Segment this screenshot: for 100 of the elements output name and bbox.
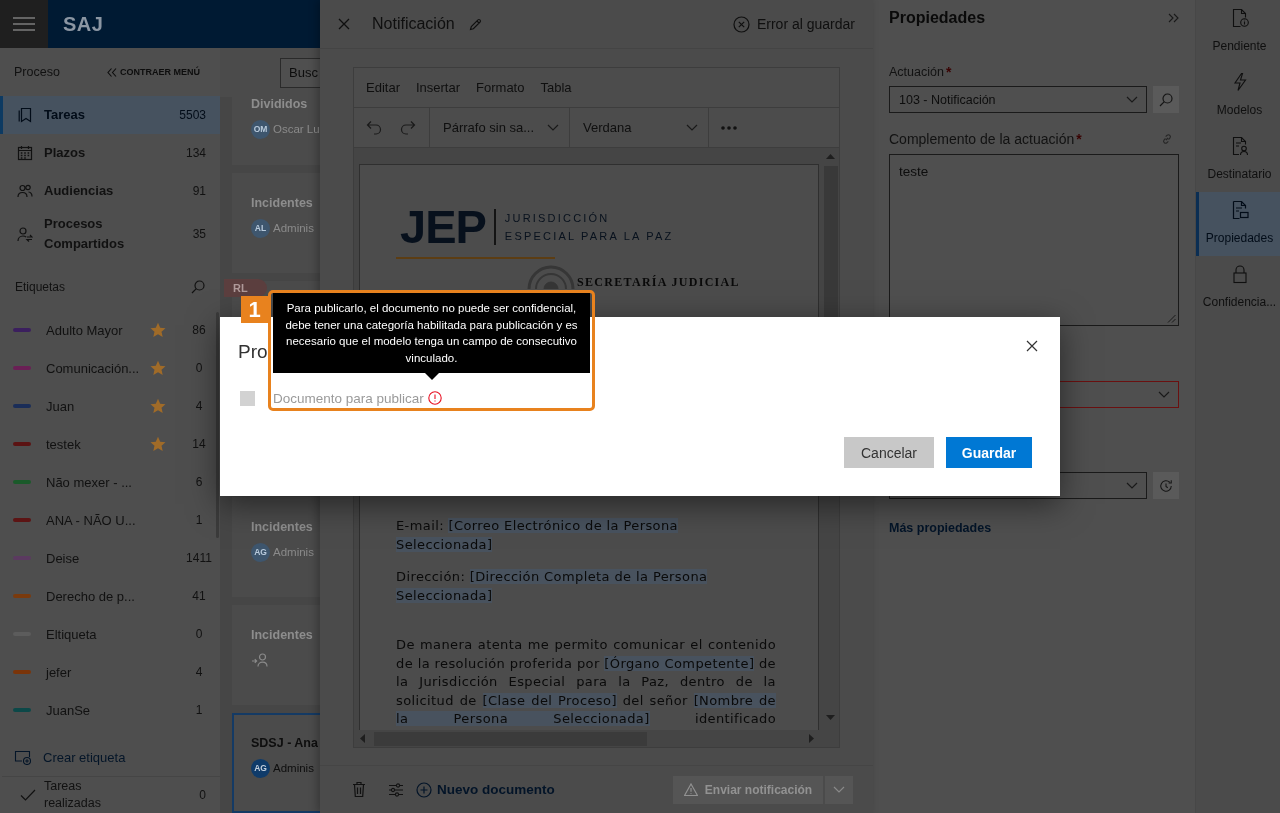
document-info-icon	[1230, 8, 1249, 28]
document-heading: SECRETARÍA JUDICIAL	[577, 275, 740, 289]
tag-item[interactable]: Juan 4	[0, 387, 214, 425]
assignee-name: Adminis	[273, 222, 314, 234]
star-icon[interactable]	[150, 398, 166, 414]
caret-icon	[686, 124, 698, 131]
block-format-dropdown[interactable]: Párrafo sin sa...	[430, 108, 570, 147]
document-title: Notificación	[372, 15, 455, 33]
tooltip-arrow-icon	[424, 373, 439, 380]
error-circle-icon	[732, 15, 750, 33]
search-icon	[1159, 92, 1173, 107]
undo-icon[interactable]	[366, 120, 382, 135]
item-count: 41	[191, 589, 207, 603]
item-count: 86	[191, 323, 207, 337]
menu-item[interactable]: Editar	[366, 80, 400, 95]
arrow-up-icon[interactable]	[826, 154, 835, 159]
search-icon[interactable]	[191, 280, 205, 294]
arrow-right-icon[interactable]	[809, 734, 814, 743]
tag-item[interactable]: jefer 4	[0, 653, 214, 691]
logo-subtitle: ESPECIAL PARA LA PAZ	[504, 229, 674, 243]
item-count: 5503	[179, 108, 206, 122]
menu-button[interactable]	[0, 0, 48, 48]
user-initials: AL	[251, 218, 270, 238]
step-number: 1	[241, 296, 268, 323]
tooltip: Para publicarlo, el documento no puede ser confidencial, debe tener una categoría habilitada para publicación y es necesario que el modelo tenga un campo de consecutivo vinculado.	[273, 293, 590, 373]
tag-item[interactable]: Eltiqueta 0	[0, 615, 214, 653]
collapse-menu-button[interactable]: CONTRAER MENÚ	[107, 67, 200, 77]
dropdown-field[interactable]: 103 - Notificación	[889, 86, 1147, 113]
menu-item[interactable]: Tabla	[540, 80, 572, 95]
user-initials: OM	[251, 119, 270, 139]
more-icon[interactable]	[721, 125, 737, 130]
nav-item[interactable]: Plazos 134	[0, 134, 220, 172]
search-button[interactable]	[1153, 86, 1179, 113]
side-tab[interactable]: Destinatario	[1196, 128, 1280, 192]
more-properties-link[interactable]: Más propiedades	[889, 521, 992, 535]
create-tag-link[interactable]: Crear etiqueta	[0, 738, 126, 776]
document-paragraph: De manera atenta me permito comunicar el contenido de la resolución proferida por [Órgano Competente] de la Jurisdicción Especial para la Paz, dentro de la solicitud de [Clase del Proceso] del señor [Nombre de la Persona Seleccionada] identificado	[396, 636, 776, 728]
scrollbar-thumb[interactable]	[216, 312, 219, 538]
double-chevron-right-icon[interactable]	[1168, 13, 1179, 23]
task-card[interactable]: Incidentes AG Adminis	[232, 497, 320, 597]
double-chevron-left-icon	[107, 67, 117, 77]
task-title: SDSJ - Ana	[251, 736, 319, 750]
close-icon[interactable]	[1026, 340, 1038, 352]
star-icon[interactable]	[150, 360, 166, 376]
checkmark-icon	[20, 789, 36, 801]
font-dropdown[interactable]: Verdana	[570, 108, 709, 147]
user-initials: AG	[251, 758, 270, 778]
item-count: 91	[192, 184, 206, 198]
calendar-icon	[17, 145, 33, 161]
task-card[interactable]: Incidentes	[232, 605, 320, 705]
nav-item[interactable]: Audiencias 91	[0, 172, 220, 210]
task-card[interactable]: Divididos OM Oscar Lu	[232, 97, 320, 165]
star-icon[interactable]	[150, 322, 166, 338]
tag-item[interactable]: JuanSe 1	[0, 691, 214, 729]
tag-item[interactable]: ANA - NÃO U... 1	[0, 501, 214, 539]
search-field[interactable]: Busc	[280, 57, 320, 88]
clock-arrow-icon	[1159, 478, 1173, 493]
tag-item[interactable]: testek 14	[0, 425, 214, 463]
history-button[interactable]	[1153, 472, 1179, 499]
save-status: Error al guardar	[756, 16, 855, 32]
side-tab[interactable]: Pendiente	[1196, 0, 1280, 64]
sliders-icon[interactable]	[388, 782, 404, 797]
side-tab[interactable]: Confidencia...	[1196, 256, 1280, 320]
side-tab[interactable]: Propiedades	[1196, 192, 1280, 256]
arrow-left-icon[interactable]	[360, 734, 365, 743]
resize-grip-icon[interactable]	[1167, 314, 1176, 323]
caret-icon	[833, 786, 845, 793]
tag-item[interactable]: Derecho de p... 41	[0, 577, 214, 615]
nav-item[interactable]: Procesos Compartidos 35	[0, 210, 220, 258]
item-count: 14	[191, 437, 207, 451]
new-document-button[interactable]: Nuevo documento	[416, 781, 555, 798]
assignee-name: Adminis	[273, 546, 314, 558]
link-icon[interactable]	[1161, 133, 1173, 145]
tag-item[interactable]: Adulto Mayor 86	[0, 311, 214, 349]
item-count: 0	[194, 627, 204, 641]
dialog-title: Pro	[238, 340, 268, 364]
error-icon[interactable]	[427, 391, 442, 405]
task-card[interactable]: SDSJ - Ana AG Adminis	[232, 713, 320, 813]
tag-item[interactable]: Deise 1411	[0, 539, 214, 577]
warning-icon	[683, 783, 698, 796]
nav-item[interactable]: Tareas 5503	[0, 96, 220, 134]
person-arrows-icon	[17, 226, 33, 242]
star-icon[interactable]	[150, 436, 166, 452]
assign-user-icon[interactable]	[251, 653, 269, 667]
item-count: 1411	[185, 551, 213, 565]
cancel-button[interactable]: Cancelar	[844, 437, 934, 468]
trash-icon[interactable]	[352, 781, 366, 798]
lock-icon	[1230, 264, 1249, 284]
save-button[interactable]: Guardar	[946, 437, 1032, 468]
task-card[interactable]: Incidentes AL Adminis	[232, 173, 320, 273]
arrow-down-icon[interactable]	[826, 715, 835, 720]
menu-item[interactable]: Insertar	[415, 80, 461, 95]
side-tab[interactable]: Modelos	[1196, 64, 1280, 128]
task-title: Incidentes	[251, 196, 314, 210]
item-count: 0	[199, 788, 206, 802]
menu-item[interactable]: Formato	[476, 80, 525, 95]
task-title: Divididos	[251, 97, 309, 111]
people-icon	[17, 183, 33, 199]
redo-icon[interactable]	[400, 120, 416, 135]
pencil-icon[interactable]	[468, 17, 482, 31]
